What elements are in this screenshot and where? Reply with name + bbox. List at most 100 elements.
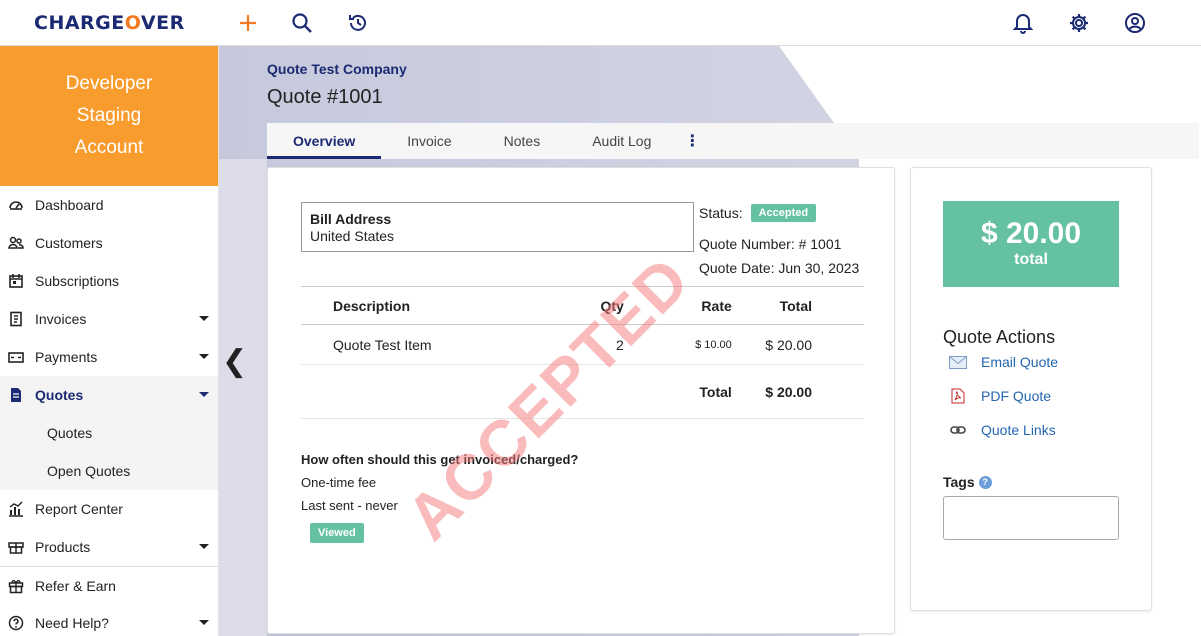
tab-overview[interactable]: Overview [267, 123, 382, 159]
sidebar-item-label: Customers [35, 235, 103, 251]
sidebar-item-customers[interactable]: Customers [0, 224, 218, 262]
box-icon [8, 542, 24, 554]
chevron-down-icon[interactable] [199, 620, 209, 625]
bill-address-line: United States [310, 228, 395, 244]
tab-audit-log[interactable]: Audit Log [566, 123, 677, 159]
more-options-icon[interactable]: ⋮ [677, 123, 707, 159]
tab-notes[interactable]: Notes [478, 123, 567, 159]
sidebar-item-subscriptions[interactable]: Subscriptions [0, 262, 218, 300]
quote-card: Bill Address United States Status: Accep… [267, 167, 895, 634]
sidebar-item-quotes[interactable]: Quotes [0, 376, 218, 414]
status-label: Status: [699, 205, 743, 221]
sidebar-item-label: Subscriptions [35, 273, 120, 289]
table-header-row: Description Qty Rate Total [301, 286, 864, 325]
item-rate: $ 10.00 [695, 338, 732, 351]
tab-bar: Overview Invoice Notes Audit Log ⋮ [267, 123, 1199, 159]
frequency-answer: One-time fee [301, 475, 377, 490]
account-banner[interactable]: Developer Staging Account [0, 46, 218, 186]
tab-invoice[interactable]: Invoice [381, 123, 477, 159]
history-icon[interactable] [346, 11, 370, 35]
users-icon [8, 236, 24, 249]
help-icon[interactable]: ? [978, 475, 992, 489]
sidebar-item-report-center[interactable]: Report Center [0, 490, 218, 528]
invoice-icon [10, 311, 22, 327]
search-icon[interactable] [290, 11, 314, 35]
total-label: Total [623, 364, 732, 419]
status-badge: Accepted [750, 204, 817, 222]
sidebar-item-invoices[interactable]: Invoices [0, 300, 218, 338]
sidebar-subitem-quotes[interactable]: Quotes [0, 414, 218, 452]
sidebar-collapse-icon[interactable]: ❮ [222, 344, 247, 379]
account-name-line: Developer [65, 73, 153, 94]
chart-icon [9, 501, 23, 517]
item-description: Quote Test Item [333, 336, 432, 353]
frequency-question: How often should this get invoiced/charg… [301, 452, 579, 467]
user-icon[interactable] [1123, 11, 1147, 35]
sidebar-item-refer-earn[interactable]: Refer & Earn [0, 566, 218, 604]
total-value: $ 20.00 [731, 364, 864, 419]
last-sent: Last sent - never [301, 498, 398, 513]
column-header-rate: Rate [623, 286, 732, 325]
quote-icon [11, 388, 21, 402]
sidebar-item-products[interactable]: Products [0, 528, 218, 566]
status-line: Status: Accepted [699, 204, 817, 222]
bill-address-title: Bill Address [310, 211, 392, 227]
tags-input[interactable] [943, 496, 1119, 540]
chevron-down-icon[interactable] [199, 354, 209, 359]
plus-icon[interactable] [236, 11, 260, 35]
main-content: ❮ Quote Test Company Quote #1001 Overvie… [219, 46, 1201, 636]
total-amount: $ 20.00 [980, 217, 1082, 250]
sidebar: Developer Staging Account Dashboard Cust… [0, 46, 219, 636]
link-icon [949, 423, 967, 437]
empty-cell [576, 364, 624, 419]
sidebar-item-label: Need Help? [35, 615, 109, 631]
dashboard-icon [9, 201, 23, 210]
gift-icon [8, 580, 24, 594]
company-name[interactable]: Quote Test Company [267, 61, 407, 77]
gear-icon[interactable] [1067, 11, 1091, 35]
email-quote-link[interactable]: Email Quote [949, 354, 1058, 370]
action-label: Quote Links [981, 422, 1056, 438]
chevron-down-icon[interactable] [199, 392, 209, 397]
help-icon [8, 615, 24, 631]
payment-icon [8, 352, 24, 363]
tags-label: Tags ? [943, 474, 992, 490]
total-amount-label: total [1014, 251, 1048, 268]
viewed-badge: Viewed [310, 523, 364, 543]
quote-side-panel: $ 20.00 total Quote Actions Email Quote … [910, 167, 1152, 611]
bell-icon[interactable] [1011, 11, 1035, 35]
tags-label-text: Tags [943, 474, 975, 490]
sidebar-item-label: Invoices [35, 311, 87, 327]
bill-address-box: Bill Address United States [301, 202, 694, 252]
chevron-down-icon[interactable] [199, 544, 209, 549]
chargeover-logo[interactable]: CHARGEOVER [34, 12, 185, 34]
logo-text-o: O [124, 12, 141, 34]
logo-text-left: CHARGE [34, 12, 125, 34]
account-name-line: Account [74, 137, 144, 158]
pdf-icon [949, 388, 967, 404]
sidebar-item-label: Refer & Earn [35, 577, 116, 594]
action-label: PDF Quote [981, 388, 1052, 404]
sidebar-item-need-help[interactable]: Need Help? [0, 604, 218, 636]
sidebar-item-payments[interactable]: Payments [0, 338, 218, 376]
column-header-qty: Qty [576, 286, 624, 325]
quote-actions-title: Quote Actions [943, 327, 1056, 347]
sidebar-item-dashboard[interactable]: Dashboard [0, 186, 218, 224]
sidebar-item-label: Quotes [35, 387, 84, 403]
page-title: Quote #1001 [267, 86, 383, 108]
pdf-quote-link[interactable]: PDF Quote [949, 388, 1051, 404]
table-total-row: Total $ 20.00 [301, 364, 864, 419]
account-name-line: Staging [76, 105, 142, 126]
email-icon [949, 355, 967, 369]
calendar-icon [9, 274, 23, 288]
item-qty: 2 [616, 336, 624, 353]
chevron-down-icon[interactable] [199, 316, 209, 321]
logo-text-right: VER [140, 12, 185, 34]
empty-cell [301, 364, 577, 419]
sidebar-item-label: Payments [35, 349, 98, 365]
quote-links-link[interactable]: Quote Links [949, 422, 1056, 438]
total-summary-box: $ 20.00 total [943, 201, 1119, 287]
sidebar-subitem-open-quotes[interactable]: Open Quotes [0, 452, 218, 490]
quote-number: Quote Number: # 1001 [699, 236, 842, 252]
top-bar: CHARGEOVER [0, 0, 1201, 46]
